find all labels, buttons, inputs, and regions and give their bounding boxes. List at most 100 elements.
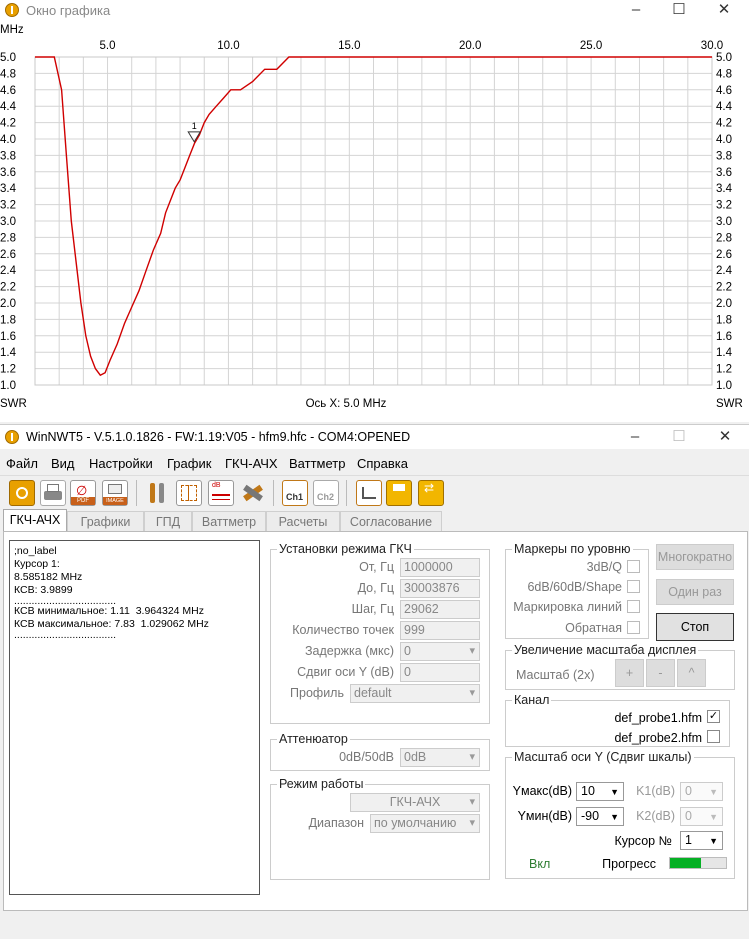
- marker-lines-label: Маркировка линий: [513, 600, 622, 614]
- swap-icon[interactable]: ⇄: [418, 480, 444, 506]
- to-label: До, Гц: [357, 581, 394, 595]
- main-window-title: WinNWT5 - V.5.1.0.1826 - FW:1.19:V05 - h…: [26, 430, 411, 444]
- ymax-select[interactable]: 10: [576, 782, 624, 801]
- menu-bar: Файл Вид Настройки График ГКЧ-АЧХ Ваттме…: [0, 452, 749, 474]
- cursor-select[interactable]: 1: [680, 831, 723, 850]
- y-tick-label-right: 4.0: [716, 134, 732, 146]
- zoom-up-button[interactable]: ^: [677, 659, 706, 687]
- y-tick-label-left: 4.4: [0, 101, 17, 113]
- tab-matching[interactable]: Согласование: [340, 511, 442, 533]
- sweep-icon[interactable]: [356, 480, 382, 506]
- tab-wattmeter[interactable]: Ваттметр: [192, 511, 266, 533]
- y-tick-label-right: 2.2: [716, 282, 732, 294]
- x-tick-label: 10.0: [217, 40, 239, 52]
- calibrate-icon[interactable]: [239, 480, 265, 506]
- yshift-input[interactable]: 0: [400, 663, 480, 682]
- menu-graph[interactable]: График: [167, 456, 211, 471]
- log-line: 8.585182 MHz: [14, 571, 83, 583]
- menu-sweep[interactable]: ГКЧ-АЧХ: [225, 456, 278, 471]
- yshift-label: Сдвиг оси Y (dB): [297, 665, 394, 679]
- k1-select[interactable]: 0: [680, 782, 723, 801]
- marker-3db-checkbox[interactable]: [627, 560, 640, 573]
- grid-icon[interactable]: [176, 480, 202, 506]
- probe1-checkbox[interactable]: ✓: [707, 710, 720, 723]
- y-tick-label-left: 1.4: [0, 347, 17, 359]
- close-button[interactable]: ✕: [705, 427, 745, 449]
- zoom-title: Увеличение масштаба дисплея: [512, 643, 699, 657]
- settings-tools-icon[interactable]: [144, 480, 170, 506]
- yaxis-title: Масштаб оси Y (Сдвиг шкалы): [512, 750, 694, 764]
- menu-help[interactable]: Справка: [357, 456, 408, 471]
- y-tick-label-left: 3.2: [0, 200, 16, 212]
- step-input[interactable]: 29062: [400, 600, 480, 619]
- points-label: Количество точек: [292, 623, 394, 637]
- x-tick-label: 25.0: [580, 40, 602, 52]
- profile-select[interactable]: default: [350, 684, 480, 703]
- x-tick-label: 30.0: [701, 40, 723, 52]
- single-sweep-button[interactable]: Один раз: [656, 579, 734, 605]
- menu-wattmeter[interactable]: Ваттметр: [289, 456, 345, 471]
- delay-select[interactable]: 0: [400, 642, 480, 661]
- marker-1-label: 1: [192, 121, 197, 131]
- zoom-label: Масштаб (2x): [516, 668, 595, 682]
- y-tick-label-right: 2.8: [716, 232, 732, 244]
- ymax-label: Yмакс(dB): [512, 784, 572, 798]
- image-icon[interactable]: IMAGE: [102, 480, 128, 506]
- tab-calculations[interactable]: Расчеты: [266, 511, 340, 533]
- y-tick-label-left: 5.0: [0, 52, 16, 64]
- menu-settings[interactable]: Настройки: [89, 456, 153, 471]
- zoom-plus-button[interactable]: +: [615, 659, 644, 687]
- print-icon[interactable]: [40, 480, 66, 506]
- to-input[interactable]: 30003876: [400, 579, 480, 598]
- y-tick-label-right: 4.4: [716, 101, 733, 113]
- y-tick-label-right: 3.8: [716, 150, 732, 162]
- ch2-icon[interactable]: Ch2: [313, 480, 339, 506]
- y-tick-label-left: 1.6: [0, 331, 16, 343]
- points-input[interactable]: 999: [400, 621, 480, 640]
- marker-inverse-checkbox[interactable]: [627, 621, 640, 634]
- log-textarea[interactable]: ;no_label Курсор 1: 8.585182 MHz КСВ: 3.…: [9, 540, 260, 895]
- y-tick-label-left: 2.2: [0, 282, 16, 294]
- db-icon[interactable]: dB: [208, 480, 234, 506]
- tab-sweep[interactable]: ГКЧ-АЧХ: [3, 509, 67, 533]
- y-tick-label-right: 3.2: [716, 200, 732, 212]
- pdf-icon[interactable]: ∅ PDF: [70, 480, 96, 506]
- multi-sweep-button[interactable]: Многократно: [656, 544, 734, 570]
- y-tick-label-right: 2.0: [716, 298, 732, 310]
- ch1-icon[interactable]: Ch1: [282, 480, 308, 506]
- status-bar: [0, 911, 749, 937]
- menu-view[interactable]: Вид: [51, 456, 75, 471]
- marker-lines-checkbox[interactable]: [627, 600, 640, 613]
- on-label: Вкл: [529, 857, 551, 871]
- minimize-button[interactable]: –: [615, 427, 655, 449]
- y-tick-label-right: 1.2: [716, 364, 732, 376]
- power-icon[interactable]: [9, 480, 35, 506]
- tab-graphs[interactable]: Графики: [67, 511, 144, 533]
- y-tick-label-left: 3.8: [0, 150, 16, 162]
- mode-select[interactable]: ГКЧ-АЧХ: [350, 793, 480, 812]
- k2-label: K2(dB): [636, 809, 675, 823]
- progress-bar-fill: [670, 858, 701, 868]
- cursor-label: Курсор №: [614, 834, 672, 848]
- tab-vfo[interactable]: ГПД: [144, 511, 192, 533]
- x-tick-label: 5.0: [100, 40, 116, 52]
- marker-3db-label: 3dB/Q: [586, 560, 622, 574]
- swr-chart[interactable]: MHz 5.0 5.0 4.8 4.8 4.6 4.6 4.4 4.4 4.2 4.2 4.0 4.0 3…: [0, 18, 749, 422]
- zoom-minus-button[interactable]: -: [646, 659, 675, 687]
- y-tick-label-right: 3.6: [716, 167, 732, 179]
- y-tick-label-right: 4.2: [716, 118, 732, 130]
- range-select[interactable]: по умолчанию: [370, 814, 480, 833]
- toolbar: ∅ PDF IMAGE dB Ch1 Ch2 ⇄: [0, 475, 749, 509]
- ymin-select[interactable]: -90: [576, 807, 624, 826]
- attenuator-select[interactable]: 0dB: [400, 748, 480, 767]
- y-tick-label-left: 1.0: [0, 380, 16, 392]
- graph-window: Окно графика – ☐ ✕ MHz 5.0 5.0 4.8 4.8 4.6 4.6…: [0, 0, 749, 422]
- from-input[interactable]: 1000000: [400, 558, 480, 577]
- marker-6db-checkbox[interactable]: [627, 580, 640, 593]
- stop-button[interactable]: Стоп: [656, 613, 734, 641]
- menu-file[interactable]: Файл: [6, 456, 38, 471]
- log-line: ;no_label: [14, 545, 57, 557]
- probe2-checkbox[interactable]: [707, 730, 720, 743]
- k2-select[interactable]: 0: [680, 807, 723, 826]
- save-icon[interactable]: [386, 480, 412, 506]
